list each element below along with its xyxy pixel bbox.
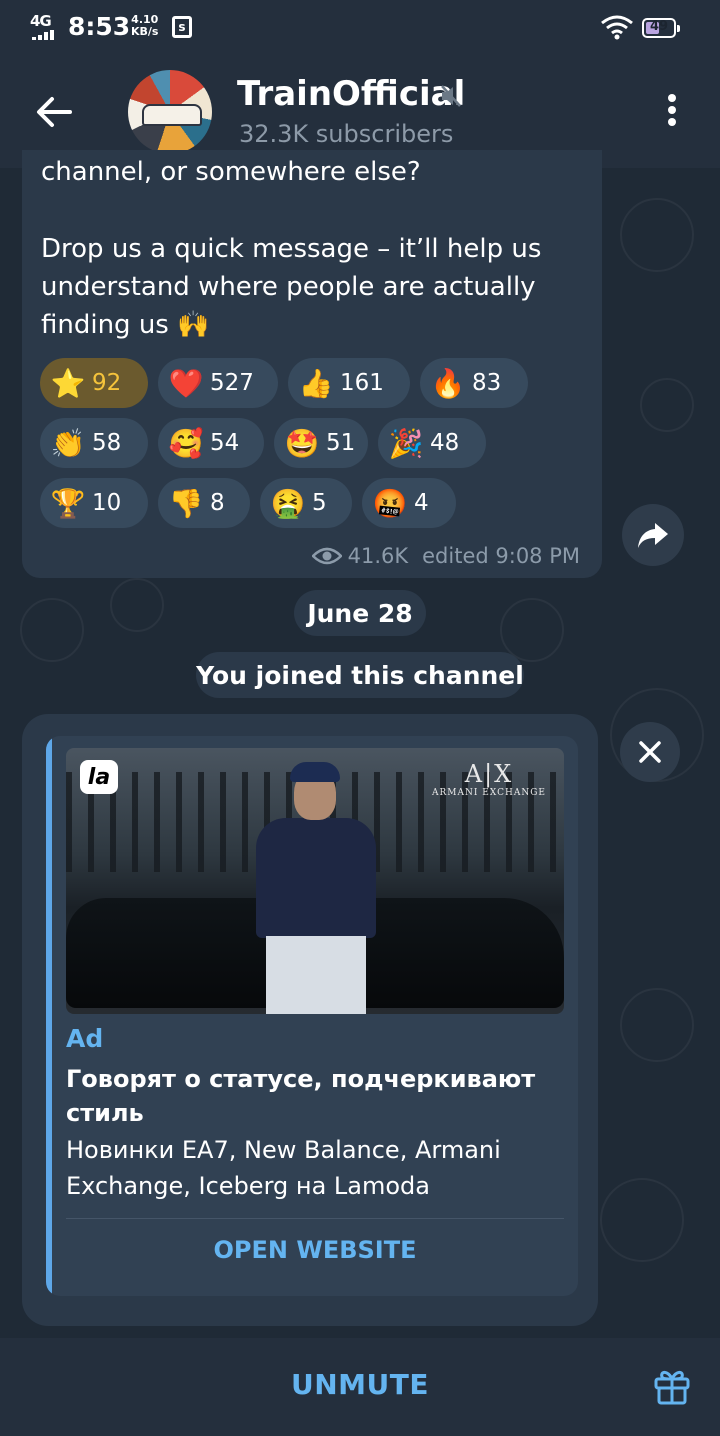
battery-level: 49 <box>649 19 669 34</box>
ad-description: Новинки EA7, New Balance, Armani Exchang… <box>66 1136 501 1200</box>
clock: 8:53 <box>68 12 131 41</box>
message-bubble[interactable]: channel, or somewhere else? Drop us a qu… <box>22 150 602 578</box>
channel-title[interactable]: TrainOfficial <box>237 74 465 114</box>
reaction-emoji: 🤬 <box>372 486 408 520</box>
reaction-count: 4 <box>414 490 429 516</box>
reaction-emoji: 👍 <box>298 366 334 400</box>
share-button[interactable] <box>622 504 684 566</box>
unmute-button[interactable]: UNMUTE <box>0 1368 720 1401</box>
reaction-chip[interactable]: 🤬 4 <box>362 478 456 528</box>
reaction-count: 92 <box>92 370 122 396</box>
brand-logo-mark: A|X <box>464 760 514 788</box>
reaction-emoji: ❤️ <box>168 366 204 400</box>
reaction-chip[interactable]: 👏 58 <box>40 418 148 468</box>
reaction-count: 8 <box>210 490 225 516</box>
ad-image[interactable]: la A|X ARMANI EXCHANGE <box>66 748 564 1014</box>
reaction-emoji: 🎉 <box>388 426 424 460</box>
channel-avatar[interactable] <box>128 70 212 154</box>
model-graphic <box>246 762 386 1014</box>
screenshot-app-icon: s <box>172 16 192 38</box>
wifi-icon <box>601 15 633 40</box>
reaction-count: 48 <box>430 430 460 456</box>
divider <box>66 1218 564 1219</box>
reaction-count: 58 <box>92 430 122 456</box>
brand-logo-text: ARMANI EXCHANGE <box>432 788 546 798</box>
speed-unit: KB/s <box>131 25 159 38</box>
reaction-chip[interactable]: ⭐ 92 <box>40 358 148 408</box>
reaction-emoji: 🥰 <box>168 426 204 460</box>
reaction-count: 51 <box>326 430 356 456</box>
status-bar: 4G 8:53 4.10 KB/s s 49 <box>0 0 720 56</box>
reaction-chip[interactable]: 🤩 51 <box>274 418 368 468</box>
reaction-count: 527 <box>210 370 254 396</box>
close-ad-button[interactable] <box>620 722 680 782</box>
reaction-chip[interactable]: 🏆 10 <box>40 478 148 528</box>
reaction-emoji: 👏 <box>50 426 86 460</box>
message-text: Drop us a quick message – it’ll help us … <box>41 234 542 340</box>
muted-speaker-icon <box>441 85 461 107</box>
reaction-emoji: 🤮 <box>270 486 306 520</box>
reaction-chip[interactable]: 👍 161 <box>288 358 410 408</box>
reaction-emoji: 🔥 <box>430 366 466 400</box>
bottom-bar: UNMUTE <box>0 1338 720 1436</box>
reaction-chip[interactable]: 🔥 83 <box>420 358 528 408</box>
edited-time: edited 9:08 PM <box>422 544 580 568</box>
reaction-emoji: 🤩 <box>284 426 320 460</box>
telegram-channel-screen: 4G 8:53 4.10 KB/s s 49 TrainOfficial 32.… <box>0 0 720 1436</box>
reaction-chip[interactable]: 👎 8 <box>158 478 250 528</box>
network-type: 4G <box>30 12 52 30</box>
joined-notice: You joined this channel <box>196 652 524 698</box>
battery-icon: 49 <box>642 18 680 38</box>
ad-card[interactable]: la A|X ARMANI EXCHANGE Ad Говорят о стат… <box>46 736 578 1296</box>
reaction-chip[interactable]: ❤️ 527 <box>158 358 278 408</box>
accent-bar <box>46 736 52 1296</box>
reaction-count: 83 <box>472 370 502 396</box>
reaction-emoji: 🏆 <box>50 486 86 520</box>
reaction-count: 161 <box>340 370 384 396</box>
reaction-emoji: 👎 <box>168 486 204 520</box>
share-arrow-icon <box>638 523 668 548</box>
lamoda-logo: la <box>80 760 118 794</box>
reaction-chip[interactable]: 🎉 48 <box>378 418 486 468</box>
signal-icon <box>32 30 60 40</box>
view-count: 41.6K <box>347 544 409 568</box>
brand-logo: A|X ARMANI EXCHANGE <box>432 760 546 798</box>
message-text-partial: channel, or somewhere else? <box>41 157 421 187</box>
close-icon <box>639 741 661 763</box>
reaction-chip[interactable]: 🥰 54 <box>158 418 264 468</box>
reaction-count: 5 <box>312 490 327 516</box>
network-speed: 4.10 KB/s <box>131 14 158 38</box>
date-separator: June 28 <box>294 590 426 636</box>
ad-title: Говорят о статусе, подчеркивают стиль <box>66 1065 536 1127</box>
reaction-chip[interactable]: 🤮 5 <box>260 478 352 528</box>
sponsored-message[interactable]: la A|X ARMANI EXCHANGE Ad Говорят о стат… <box>22 714 598 1326</box>
eye-icon <box>311 547 342 565</box>
more-vert-icon[interactable] <box>664 94 680 130</box>
back-arrow-icon[interactable] <box>30 92 78 132</box>
message-meta: 41.6K edited 9:08 PM <box>311 542 580 570</box>
reaction-emoji: ⭐ <box>50 366 86 400</box>
open-website-button[interactable]: OPEN WEBSITE <box>66 1236 564 1264</box>
subscriber-count: 32.3K subscribers <box>239 120 454 148</box>
ad-label: Ad <box>66 1024 104 1053</box>
gift-icon[interactable] <box>652 1366 692 1406</box>
reaction-count: 10 <box>92 490 122 516</box>
reaction-count: 54 <box>210 430 240 456</box>
